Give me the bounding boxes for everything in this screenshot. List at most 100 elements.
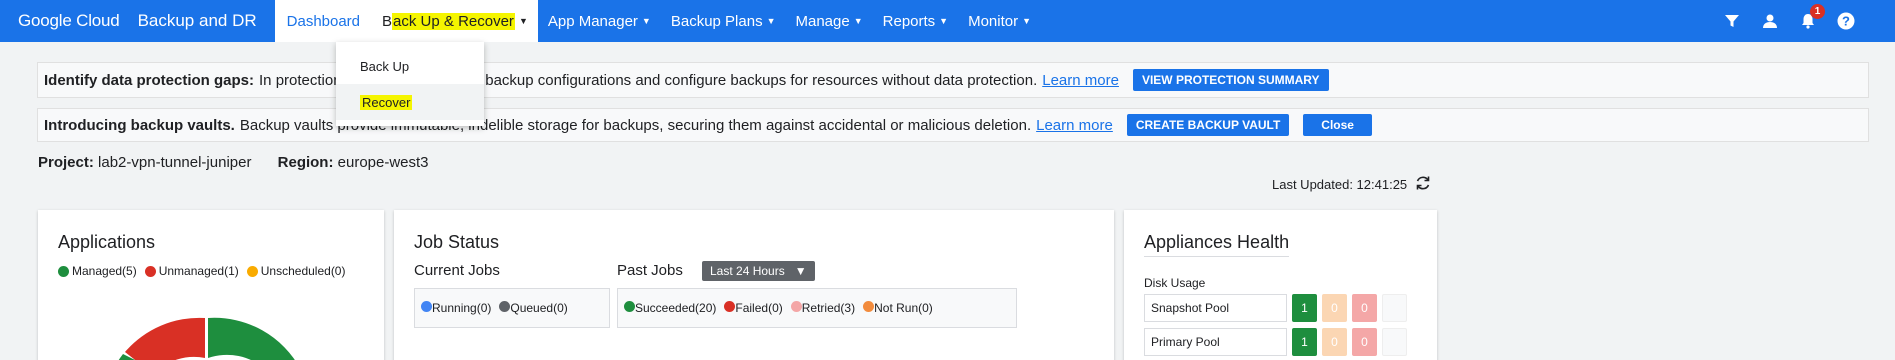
status-dot xyxy=(421,301,432,312)
job-status-title: Job Status xyxy=(414,232,500,252)
product-name: Backup and DR xyxy=(137,11,257,30)
pool-name[interactable]: Snapshot Pool xyxy=(1144,294,1287,322)
status-not-run[interactable]: Not Run(0) xyxy=(863,301,933,315)
help-icon[interactable]: ? xyxy=(1835,10,1857,32)
banner-title: Identify data protection gaps: xyxy=(44,71,255,89)
count-critical[interactable]: 0 xyxy=(1352,328,1377,356)
status-queued[interactable]: Queued(0) xyxy=(499,301,568,315)
nav-reports[interactable]: Reports ▼ xyxy=(873,0,958,42)
region-value: europe-west3 xyxy=(337,154,429,171)
status-label: Failed(0) xyxy=(735,301,783,315)
view-protection-summary-button[interactable]: VIEW PROTECTION SUMMARY xyxy=(1132,69,1329,91)
brand[interactable]: Google Cloud Backup and DR xyxy=(0,0,257,42)
pool-name[interactable]: Primary Pool xyxy=(1144,328,1287,356)
status-label: Running(0) xyxy=(432,301,492,315)
status-succeeded[interactable]: Succeeded(20) xyxy=(624,301,716,315)
status-failed[interactable]: Failed(0) xyxy=(724,301,783,315)
banner-title: Introducing backup vaults. xyxy=(44,116,235,134)
count-empty xyxy=(1382,294,1407,322)
legend-managed[interactable]: Managed(5) xyxy=(58,264,137,278)
status-dot xyxy=(724,301,736,312)
chevron-down-icon: ▼ xyxy=(518,16,528,26)
create-backup-vault-button[interactable]: CREATE BACKUP VAULT xyxy=(1126,114,1290,136)
menu-item-recover[interactable]: Recover xyxy=(336,84,484,120)
pool-row-snapshot: Snapshot Pool 1 0 0 xyxy=(1144,294,1407,322)
count-healthy[interactable]: 1 xyxy=(1292,294,1317,322)
project-label: Project: xyxy=(38,154,94,171)
status-dot xyxy=(499,301,511,312)
learn-more-link[interactable]: Learn more xyxy=(1036,117,1113,134)
close-button[interactable]: Close xyxy=(1303,114,1372,136)
project-value: lab2-vpn-tunnel-juniper xyxy=(98,154,252,171)
menu-item-back-up-label: Back Up xyxy=(360,58,410,74)
nav-dashboard-label: Dashboard xyxy=(286,12,361,30)
last-updated-text: Last Updated: 12:41:25 xyxy=(1272,177,1408,192)
bell-icon[interactable]: 1 xyxy=(1797,4,1825,32)
header-actions: 1 ? xyxy=(1721,0,1857,42)
status-running[interactable]: Running(0) xyxy=(421,301,491,315)
count-critical[interactable]: 0 xyxy=(1352,294,1377,322)
protection-gaps-banner: Identify data protection gaps: In protec… xyxy=(37,62,1869,98)
legend-unmanaged[interactable]: Unmanaged(1) xyxy=(144,264,239,278)
legend-unscheduled[interactable]: Unscheduled(0) xyxy=(246,264,346,278)
nav-label-prefix: B xyxy=(382,12,393,30)
donut-segment-unmanaged xyxy=(125,317,205,360)
backup-recover-dropdown: Back Up Recover xyxy=(336,42,484,126)
last-updated: Last Updated: 12:41:25 xyxy=(1272,175,1431,194)
appliances-health-card: Appliances Health Disk Usage Snapshot Po… xyxy=(1124,210,1437,360)
menu-item-back-up[interactable]: Back Up xyxy=(336,48,484,84)
appliances-health-title: Appliances Health xyxy=(1144,232,1290,257)
nav-backup-plans[interactable]: Backup Plans ▼ xyxy=(661,0,786,42)
legend-label: Unscheduled(0) xyxy=(260,264,346,278)
nav-monitor[interactable]: Monitor ▼ xyxy=(958,0,1041,42)
learn-more-link[interactable]: Learn more xyxy=(1042,72,1119,89)
applications-donut-chart xyxy=(118,317,295,360)
user-icon[interactable] xyxy=(1759,10,1781,32)
count-empty xyxy=(1382,328,1407,356)
job-status-card: Job Status Current Jobs Past Jobs Last 2… xyxy=(394,210,1114,360)
notification-badge: 1 xyxy=(1810,4,1825,19)
status-label: Retried(3) xyxy=(801,301,856,315)
top-nav-bar: Google Cloud Backup and DR Dashboard Bac… xyxy=(0,0,1895,42)
legend-dot xyxy=(246,265,258,277)
time-range-dropdown[interactable]: Last 24 Hours ▼ xyxy=(702,261,815,281)
svg-text:?: ? xyxy=(1842,14,1850,29)
status-dot xyxy=(790,301,802,312)
count-warning[interactable]: 0 xyxy=(1322,328,1347,356)
count-warning[interactable]: 0 xyxy=(1322,294,1347,322)
filter-icon[interactable] xyxy=(1721,10,1743,32)
chevron-down-icon: ▼ xyxy=(766,16,776,26)
nav-label-highlighted: ack Up & Recover xyxy=(392,12,515,30)
nav-app-manager-label: App Manager xyxy=(547,12,638,30)
applications-legend: Managed(5) Unmanaged(1) Unscheduled(0) xyxy=(58,264,345,278)
nav-backup-recover[interactable]: Back Up & Recover ▼ xyxy=(372,0,538,42)
applications-card: Applications Managed(5) Unmanaged(1) Uns… xyxy=(38,210,384,360)
current-jobs-box: Running(0) Queued(0) xyxy=(414,288,610,328)
banner-text: backup configurations and configure back… xyxy=(485,71,1038,89)
status-dot xyxy=(863,301,875,312)
main-nav: Dashboard Back Up & Recover ▼ App Manage… xyxy=(274,0,1041,42)
chevron-down-icon: ▼ xyxy=(939,16,949,26)
nav-manage[interactable]: Manage ▼ xyxy=(786,0,873,42)
status-dot xyxy=(624,301,635,312)
status-retried[interactable]: Retried(3) xyxy=(790,301,856,315)
disk-usage-label: Disk Usage xyxy=(1144,276,1206,290)
past-jobs-box: Succeeded(20) Failed(0) Retried(3) Not R… xyxy=(617,288,1017,328)
time-range-value: Last 24 Hours xyxy=(710,264,785,278)
nav-monitor-label: Monitor xyxy=(968,12,1019,30)
status-label: Queued(0) xyxy=(510,301,568,315)
nav-dashboard[interactable]: Dashboard xyxy=(274,0,373,42)
count-healthy[interactable]: 1 xyxy=(1292,328,1317,356)
status-label: Succeeded(20) xyxy=(635,301,717,315)
legend-dot xyxy=(58,265,69,277)
legend-label: Unmanaged(1) xyxy=(158,264,239,278)
chevron-down-icon: ▼ xyxy=(641,16,651,26)
region-label: Region: xyxy=(277,154,334,171)
google-cloud-logo: Google Cloud xyxy=(18,11,120,30)
project-info: Project: lab2-vpn-tunnel-juniper Region:… xyxy=(38,154,429,171)
current-jobs-label: Current Jobs xyxy=(414,262,500,279)
legend-label: Managed(5) xyxy=(72,264,137,278)
chevron-down-icon: ▼ xyxy=(1022,16,1032,26)
nav-app-manager[interactable]: App Manager ▼ xyxy=(538,0,661,42)
refresh-icon[interactable] xyxy=(1415,175,1431,194)
